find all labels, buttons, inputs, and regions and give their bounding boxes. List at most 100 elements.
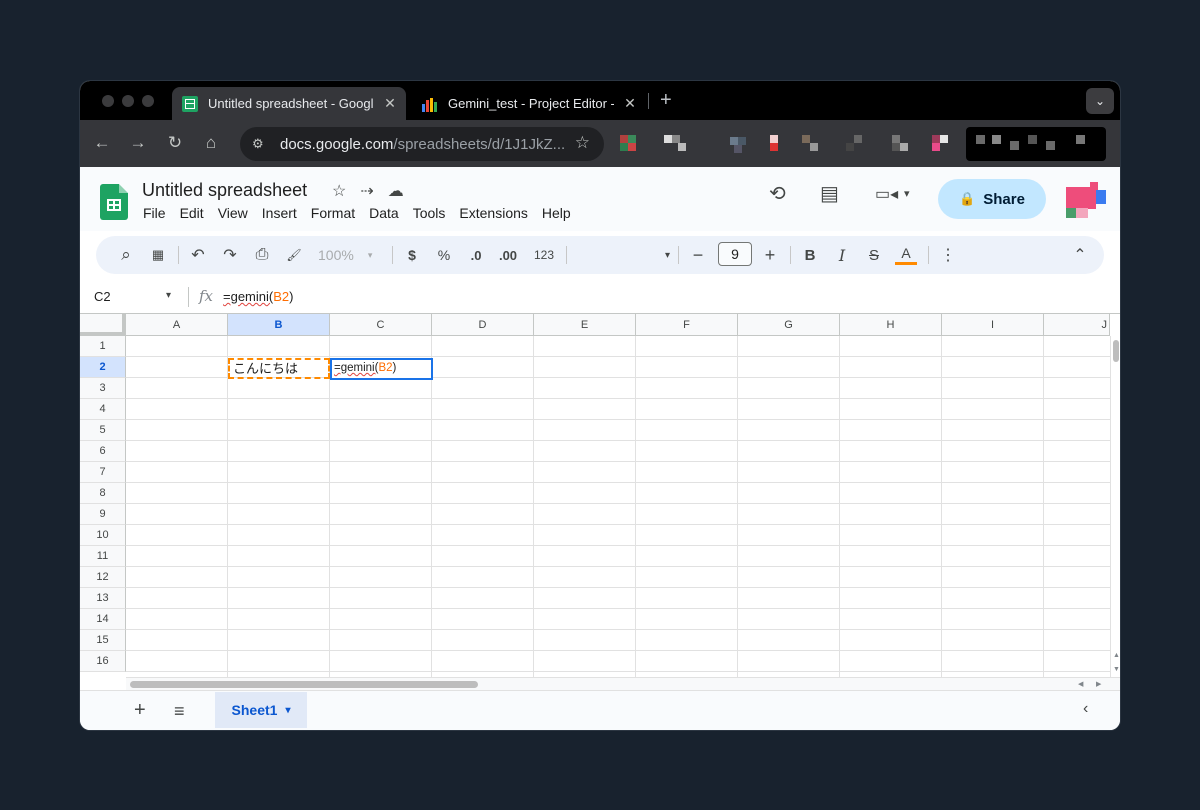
column-header-j[interactable]: J: [1044, 314, 1110, 336]
row-header-16[interactable]: 16: [80, 651, 126, 672]
menu-tools[interactable]: Tools: [413, 205, 452, 221]
vertical-scrollbar[interactable]: ▲ ▼: [1110, 336, 1120, 677]
row-header-15[interactable]: 15: [80, 630, 126, 651]
tab-close-icon[interactable]: ✕: [622, 95, 638, 112]
meet-video-icon[interactable]: ▭◂: [875, 184, 898, 204]
column-header-h[interactable]: H: [840, 314, 942, 336]
name-box[interactable]: C2: [94, 289, 111, 304]
row-header-12[interactable]: 12: [80, 567, 126, 588]
avatar[interactable]: [1066, 182, 1106, 218]
tab-search-button[interactable]: ⌄: [1086, 88, 1114, 114]
row-header-1[interactable]: 1: [80, 336, 126, 357]
version-history-icon[interactable]: ⟲: [769, 181, 786, 206]
scroll-up-icon[interactable]: ▲: [1113, 652, 1120, 659]
extension-icon[interactable]: [932, 135, 954, 157]
increase-decimal-button[interactable]: .00: [494, 241, 522, 269]
row-header-3[interactable]: 3: [80, 378, 126, 399]
more-formats-button[interactable]: 123: [530, 241, 558, 269]
extension-icon[interactable]: [730, 135, 752, 157]
vertical-scroll-thumb[interactable]: [1113, 340, 1119, 362]
reload-icon[interactable]: ↻: [165, 133, 185, 153]
extension-icon[interactable]: [664, 135, 686, 157]
scroll-left-icon[interactable]: ◀: [1078, 680, 1083, 688]
comments-icon[interactable]: ▤: [820, 181, 839, 206]
cell-b2[interactable]: こんにちは: [228, 358, 330, 379]
row-header-14[interactable]: 14: [80, 609, 126, 630]
tab-close-icon[interactable]: ✕: [382, 95, 398, 112]
menu-help[interactable]: Help: [542, 205, 577, 221]
new-tab-button[interactable]: +: [660, 89, 672, 112]
row-header-8[interactable]: 8: [80, 483, 126, 504]
column-header-c[interactable]: C: [330, 314, 432, 336]
menu-insert[interactable]: Insert: [262, 205, 303, 221]
row-header-5[interactable]: 5: [80, 420, 126, 441]
move-folder-icon[interactable]: ⇢: [360, 181, 373, 201]
row-header-2[interactable]: 2: [80, 357, 126, 378]
google-sheets-logo-icon[interactable]: [100, 184, 128, 220]
share-button[interactable]: 🔒 Share: [938, 179, 1046, 219]
add-sheet-button[interactable]: +: [134, 699, 146, 722]
more-options-icon[interactable]: ⋮: [934, 241, 962, 269]
font-family-select[interactable]: ▾: [570, 241, 670, 269]
bookmark-star-icon[interactable]: ☆: [575, 133, 590, 153]
italic-button[interactable]: I: [828, 241, 856, 269]
all-sheets-icon[interactable]: ≡: [174, 701, 185, 722]
home-icon[interactable]: ⌂: [201, 133, 221, 153]
cloud-status-icon[interactable]: ☁: [388, 181, 404, 201]
site-settings-icon[interactable]: ⚙: [252, 136, 268, 152]
chevron-down-icon[interactable]: ▾: [166, 290, 171, 301]
star-icon[interactable]: ☆: [332, 181, 346, 201]
forward-arrow-icon[interactable]: →: [128, 133, 148, 153]
menu-extensions[interactable]: Extensions: [459, 205, 533, 221]
column-header-a[interactable]: A: [126, 314, 228, 336]
column-header-f[interactable]: F: [636, 314, 738, 336]
strikethrough-button[interactable]: S: [860, 241, 888, 269]
spreadsheet-grid[interactable]: A B C D E F G H I J 1 2 3 4 5 6 7 8 9 10…: [80, 313, 1120, 677]
explore-collapse-icon[interactable]: ‹: [1083, 700, 1088, 718]
row-header-10[interactable]: 10: [80, 525, 126, 546]
column-header-d[interactable]: D: [432, 314, 534, 336]
row-header-9[interactable]: 9: [80, 504, 126, 525]
menu-data[interactable]: Data: [369, 205, 405, 221]
zoom-select[interactable]: 100% ▾: [318, 241, 372, 269]
meet-dropdown-icon[interactable]: ▾: [904, 187, 910, 200]
column-header-e[interactable]: E: [534, 314, 636, 336]
column-header-i[interactable]: I: [942, 314, 1044, 336]
window-close-button[interactable]: [102, 95, 114, 107]
menu-format[interactable]: Format: [311, 205, 361, 221]
extension-icon[interactable]: [846, 135, 868, 157]
scroll-down-icon[interactable]: ▼: [1113, 666, 1120, 673]
decrease-decimal-button[interactable]: .0: [462, 241, 490, 269]
text-color-button[interactable]: A: [892, 241, 920, 269]
column-header-b[interactable]: B: [228, 314, 330, 336]
row-header-11[interactable]: 11: [80, 546, 126, 567]
percent-format-button[interactable]: %: [430, 241, 458, 269]
menus-icon[interactable]: ▦: [144, 241, 172, 269]
search-menus-icon[interactable]: ⌕: [112, 241, 140, 269]
paint-format-icon[interactable]: 🖌: [280, 241, 308, 269]
row-header-13[interactable]: 13: [80, 588, 126, 609]
font-size-input[interactable]: 9: [718, 242, 752, 266]
extension-icon[interactable]: [770, 135, 792, 157]
row-header-4[interactable]: 4: [80, 399, 126, 420]
print-icon[interactable]: ⎙: [248, 241, 276, 269]
collapse-menus-icon[interactable]: ⌃: [1066, 241, 1094, 269]
redo-icon[interactable]: ↷: [216, 241, 244, 269]
horizontal-scroll-thumb[interactable]: [130, 681, 478, 688]
tab-sheet1[interactable]: Sheet1 ▾: [215, 692, 307, 728]
increase-font-size-button[interactable]: +: [756, 241, 784, 269]
horizontal-scrollbar[interactable]: ◀ ▶: [126, 677, 1120, 690]
chevron-down-icon[interactable]: ▾: [285, 705, 290, 716]
row-header-7[interactable]: 7: [80, 462, 126, 483]
extension-icon[interactable]: [620, 135, 642, 157]
decrease-font-size-button[interactable]: −: [684, 241, 712, 269]
row-header-6[interactable]: 6: [80, 441, 126, 462]
back-arrow-icon[interactable]: ←: [92, 133, 112, 153]
currency-format-button[interactable]: $: [398, 241, 426, 269]
menu-view[interactable]: View: [218, 205, 254, 221]
menu-edit[interactable]: Edit: [180, 205, 210, 221]
extension-icon[interactable]: [802, 135, 824, 157]
formula-input[interactable]: =gemini(B2): [223, 289, 293, 304]
address-bar[interactable]: ⚙ docs.google.com/spreadsheets/d/1J1JkZ.…: [240, 127, 604, 161]
column-header-g[interactable]: G: [738, 314, 840, 336]
